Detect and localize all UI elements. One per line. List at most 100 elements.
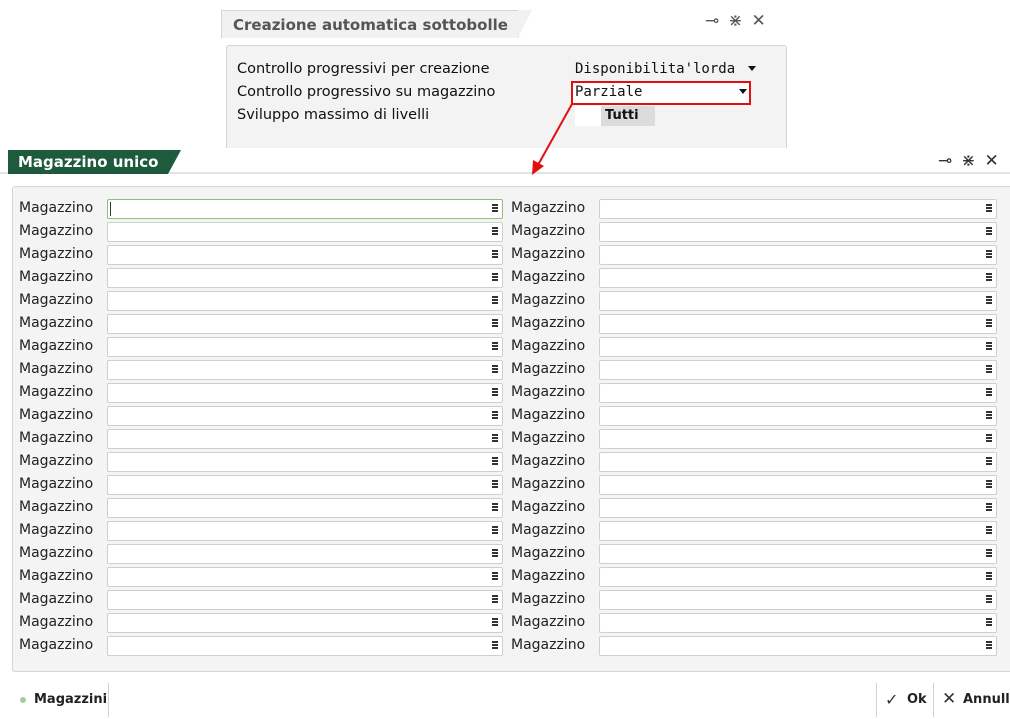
warehouse-input[interactable] xyxy=(599,406,997,426)
single-warehouse-title: Magazzino unico xyxy=(18,153,159,171)
auto-subbill-dialog-title: Creazione automatica sottobolle xyxy=(233,16,508,34)
list-icon[interactable] xyxy=(492,227,498,236)
warehouses-button[interactable]: Magazzini xyxy=(14,683,109,717)
list-icon[interactable] xyxy=(492,411,498,420)
list-icon[interactable] xyxy=(986,342,992,351)
warehouse-input[interactable] xyxy=(107,222,503,242)
list-icon[interactable] xyxy=(986,618,992,627)
list-icon[interactable] xyxy=(492,342,498,351)
list-icon[interactable] xyxy=(492,434,498,443)
max-levels-input[interactable] xyxy=(575,106,601,126)
list-icon[interactable] xyxy=(492,595,498,604)
collapse-icon[interactable]: ⋇ xyxy=(728,12,742,30)
list-icon[interactable] xyxy=(492,296,498,305)
warehouse-input[interactable] xyxy=(599,360,997,380)
list-icon[interactable] xyxy=(492,250,498,259)
collapse-icon[interactable]: ⋇ xyxy=(961,152,975,170)
list-icon[interactable] xyxy=(986,434,992,443)
warehouse-input[interactable] xyxy=(599,590,997,610)
warehouse-input[interactable] xyxy=(107,636,503,656)
warehouse-check-select[interactable]: Parziale xyxy=(571,81,751,105)
warehouse-input[interactable] xyxy=(107,314,503,334)
warehouse-input[interactable] xyxy=(599,199,997,219)
warehouse-input[interactable] xyxy=(599,452,997,472)
warehouse-input[interactable] xyxy=(107,590,503,610)
list-icon[interactable] xyxy=(492,457,498,466)
list-icon[interactable] xyxy=(492,388,498,397)
warehouse-input[interactable] xyxy=(599,245,997,265)
list-icon[interactable] xyxy=(986,503,992,512)
warehouse-input[interactable] xyxy=(599,567,997,587)
list-icon[interactable] xyxy=(492,618,498,627)
list-icon[interactable] xyxy=(492,365,498,374)
list-icon[interactable] xyxy=(986,319,992,328)
warehouse-input[interactable] xyxy=(107,498,503,518)
list-icon[interactable] xyxy=(986,411,992,420)
list-icon[interactable] xyxy=(986,204,992,213)
warehouse-input[interactable] xyxy=(599,544,997,564)
list-icon[interactable] xyxy=(986,273,992,282)
list-icon[interactable] xyxy=(986,572,992,581)
list-icon[interactable] xyxy=(986,250,992,259)
close-icon[interactable]: ✕ xyxy=(752,12,766,30)
list-icon[interactable] xyxy=(492,641,498,650)
warehouse-input[interactable] xyxy=(107,383,503,403)
warehouse-label: Magazzino xyxy=(511,568,586,584)
ok-button[interactable]: ✓ Ok xyxy=(876,683,934,717)
list-icon[interactable] xyxy=(492,273,498,282)
warehouse-input[interactable] xyxy=(107,360,503,380)
warehouse-input[interactable] xyxy=(599,429,997,449)
list-icon[interactable] xyxy=(986,480,992,489)
list-icon[interactable] xyxy=(492,549,498,558)
max-levels-value: Tutti xyxy=(605,108,639,123)
list-icon[interactable] xyxy=(986,595,992,604)
list-icon[interactable] xyxy=(492,319,498,328)
list-icon[interactable] xyxy=(986,296,992,305)
warehouse-input[interactable] xyxy=(107,245,503,265)
progressive-check-select[interactable]: Disponibilita'lorda xyxy=(573,60,758,80)
list-icon[interactable] xyxy=(986,457,992,466)
warehouse-input[interactable] xyxy=(599,383,997,403)
warehouse-input[interactable] xyxy=(599,521,997,541)
warehouse-input[interactable] xyxy=(107,475,503,495)
warehouses-button-label: Magazzini xyxy=(34,692,108,707)
warehouse-input[interactable] xyxy=(599,613,997,633)
list-icon[interactable] xyxy=(492,503,498,512)
warehouse-input[interactable] xyxy=(599,475,997,495)
warehouse-input[interactable] xyxy=(107,291,503,311)
warehouse-input[interactable] xyxy=(599,268,997,288)
list-icon[interactable] xyxy=(492,572,498,581)
warehouse-input[interactable] xyxy=(107,268,503,288)
list-icon[interactable] xyxy=(986,549,992,558)
warehouse-input[interactable] xyxy=(599,636,997,656)
list-icon[interactable] xyxy=(492,204,498,213)
warehouse-input[interactable] xyxy=(599,314,997,334)
list-icon[interactable] xyxy=(986,526,992,535)
close-icon[interactable]: ✕ xyxy=(985,152,999,170)
max-levels-field[interactable]: Tutti xyxy=(575,106,655,126)
warehouse-input[interactable] xyxy=(107,452,503,472)
list-icon[interactable] xyxy=(986,365,992,374)
warehouse-input[interactable] xyxy=(107,613,503,633)
warehouse-input[interactable] xyxy=(107,199,503,219)
warehouse-input[interactable] xyxy=(107,521,503,541)
warehouse-input[interactable] xyxy=(107,544,503,564)
list-icon[interactable] xyxy=(986,388,992,397)
warehouse-input[interactable] xyxy=(599,498,997,518)
pin-icon[interactable]: ⊸ xyxy=(938,152,952,170)
warehouse-input[interactable] xyxy=(599,291,997,311)
list-icon[interactable] xyxy=(492,526,498,535)
warehouse-input[interactable] xyxy=(107,337,503,357)
list-icon[interactable] xyxy=(986,641,992,650)
warehouse-input[interactable] xyxy=(107,429,503,449)
warehouse-input[interactable] xyxy=(599,337,997,357)
warehouse-input[interactable] xyxy=(107,567,503,587)
list-icon[interactable] xyxy=(492,480,498,489)
pin-icon[interactable]: ⊸ xyxy=(705,12,719,30)
warehouse-label: Magazzino xyxy=(19,591,94,607)
list-icon[interactable] xyxy=(986,227,992,236)
warehouse-label: Magazzino xyxy=(511,614,586,630)
cancel-button[interactable]: ✕ Annulla xyxy=(936,683,1010,717)
warehouse-input[interactable] xyxy=(599,222,997,242)
warehouse-input[interactable] xyxy=(107,406,503,426)
